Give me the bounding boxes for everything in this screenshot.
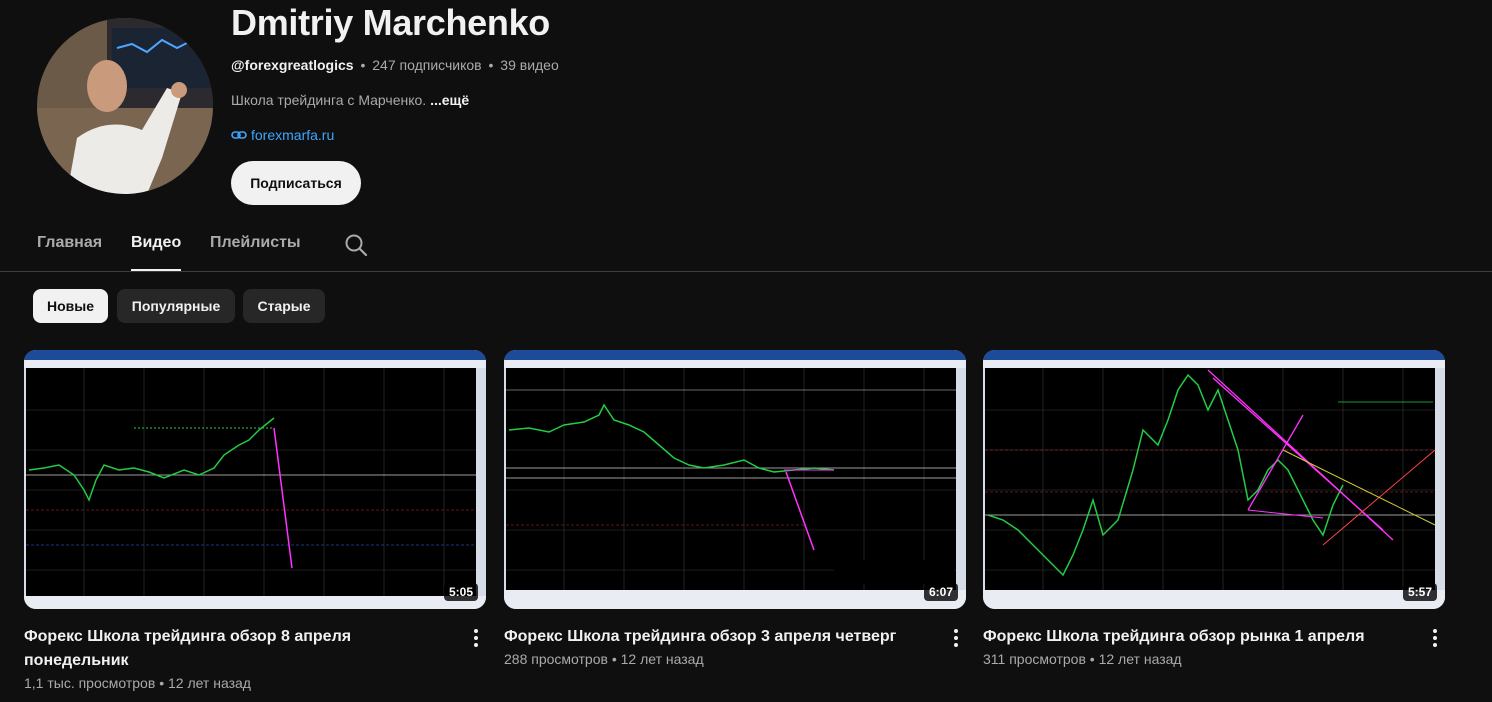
video-card[interactable]: 6:07 Форекс Школа трейдинга обзор 3 апре… [504, 350, 966, 667]
video-thumbnail[interactable]: 5:05 [24, 350, 486, 609]
video-views: 1,1 тыс. просмотров [24, 675, 156, 691]
video-thumbnail[interactable]: 6:07 [504, 350, 966, 609]
video-card[interactable]: 5:57 Форекс Школа трейдинга обзор рынка … [983, 350, 1445, 667]
video-age: 12 лет назад [167, 675, 251, 691]
channel-link[interactable]: forexmarfa.ru [231, 127, 334, 143]
description-more[interactable]: ...ещё [430, 92, 469, 108]
meta-separator: • [611, 651, 617, 667]
description-text: Школа трейдинга с Марченко. [231, 92, 427, 108]
link-icon [231, 131, 247, 139]
meta-separator: • [159, 675, 165, 691]
subscribe-button[interactable]: Подписаться [231, 161, 361, 205]
video-duration: 6:07 [923, 583, 958, 601]
video-title[interactable]: Форекс Школа трейдинга обзор 3 апреля че… [504, 625, 924, 649]
video-title[interactable]: Форекс Школа трейдинга обзор рынка 1 апр… [983, 625, 1403, 649]
video-meta: 1,1 тыс. просмотров • 12 лет назад [24, 675, 251, 691]
video-meta: 288 просмотров • 12 лет назад [504, 651, 704, 667]
chip-oldest[interactable]: Старые [243, 289, 325, 323]
meta-separator: • [1089, 651, 1095, 667]
channel-meta: @forexgreatlogics • 247 подписчиков • 39… [231, 57, 559, 73]
channel-tabs: Главная Видео Плейлисты [0, 222, 1492, 272]
video-meta: 311 просмотров • 12 лет назад [983, 651, 1182, 667]
chip-newest[interactable]: Новые [33, 289, 108, 323]
video-count: 39 видео [500, 57, 559, 73]
meta-separator: • [488, 57, 494, 73]
chip-popular[interactable]: Популярные [117, 289, 235, 323]
more-vertical-icon[interactable] [1431, 628, 1439, 648]
more-vertical-icon[interactable] [952, 628, 960, 648]
tab-videos[interactable]: Видео [131, 234, 182, 271]
video-card[interactable]: 5:05 Форекс Школа трейдинга обзор 8 апре… [24, 350, 486, 691]
search-icon[interactable] [344, 233, 368, 257]
video-views: 288 просмотров [504, 651, 608, 667]
meta-separator: • [360, 57, 366, 73]
tab-playlists[interactable]: Плейлисты [210, 234, 301, 252]
video-age: 12 лет назад [1098, 651, 1182, 667]
more-vertical-icon[interactable] [472, 628, 480, 648]
subscriber-count: 247 подписчиков [372, 57, 482, 73]
channel-link-text[interactable]: forexmarfa.ru [251, 127, 334, 143]
video-age: 12 лет назад [620, 651, 704, 667]
tab-home[interactable]: Главная [37, 234, 102, 252]
channel-avatar[interactable] [37, 18, 213, 194]
channel-description[interactable]: Школа трейдинга с Марченко. ...ещё [231, 92, 469, 108]
video-duration: 5:05 [443, 583, 478, 601]
channel-handle: @forexgreatlogics [231, 57, 354, 73]
video-duration: 5:57 [1402, 583, 1437, 601]
video-views: 311 просмотров [983, 651, 1086, 667]
video-title[interactable]: Форекс Школа трейдинга обзор 8 апреля по… [24, 625, 444, 673]
video-thumbnail[interactable]: 5:57 [983, 350, 1445, 609]
channel-name: Dmitriy Marchenko [231, 2, 550, 43]
